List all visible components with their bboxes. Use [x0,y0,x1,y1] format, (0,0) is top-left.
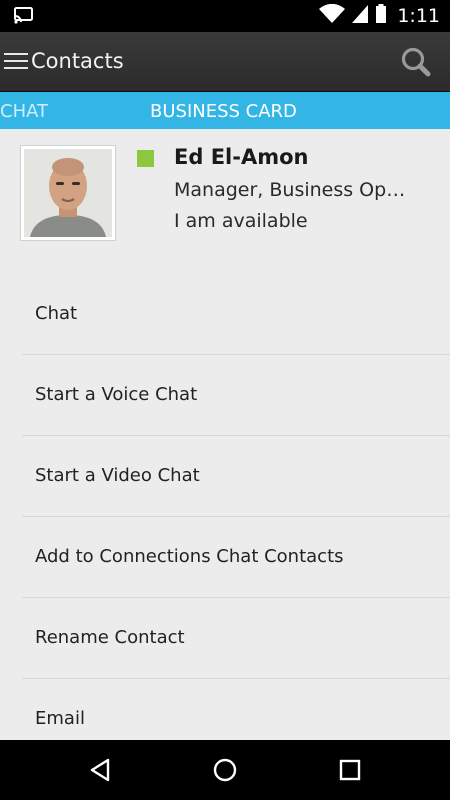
presence-status-icon [137,150,154,167]
action-start-video-chat[interactable]: Start a Video Chat [22,436,450,517]
business-card: Ed El-Amon Manager, Business Op… I am av… [0,129,450,269]
action-label: Add to Connections Chat Contacts [35,546,344,567]
signal-icon [351,4,369,28]
home-icon[interactable] [211,756,239,784]
action-label: Chat [35,303,78,324]
contact-actions-list: Chat Start a Voice Chat Start a Video Ch… [0,274,450,760]
action-bar: Contacts [0,32,450,92]
tab-chat[interactable]: CHAT [0,101,48,122]
action-start-voice-chat[interactable]: Start a Voice Chat [22,355,450,436]
tab-business-card[interactable]: BUSINESS CARD [150,101,297,122]
action-label: Start a Video Chat [35,465,200,486]
recent-apps-icon[interactable] [336,756,364,784]
contact-name: Ed El-Amon [174,145,309,169]
menu-icon[interactable] [4,53,28,71]
action-label: Start a Voice Chat [35,384,198,405]
cast-icon [14,7,34,28]
status-time: 1:11 [397,5,440,27]
status-bar: 1:11 [0,0,450,32]
page-title[interactable]: Contacts [31,49,124,73]
back-icon[interactable] [86,756,114,784]
action-label: Email [35,708,85,729]
search-icon[interactable] [398,44,434,80]
battery-icon [375,4,387,28]
action-add-to-contacts[interactable]: Add to Connections Chat Contacts [22,517,450,598]
contact-status-message: I am available [174,210,308,232]
contact-job-title: Manager, Business Op… [174,179,406,201]
tab-strip: CHAT BUSINESS CARD [0,92,450,129]
action-chat[interactable]: Chat [22,274,450,355]
action-label: Rename Contact [35,627,185,648]
action-rename-contact[interactable]: Rename Contact [22,598,450,679]
navigation-bar [0,740,450,800]
avatar [20,145,116,241]
wifi-icon [319,3,346,28]
